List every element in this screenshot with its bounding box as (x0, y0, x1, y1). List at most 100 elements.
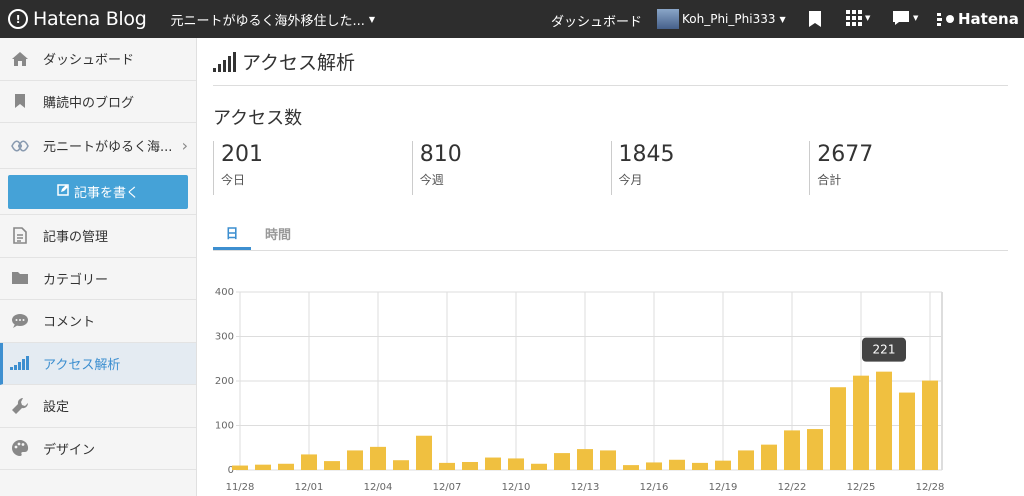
bar (853, 375, 869, 470)
logo-circle-icon: ! (8, 9, 28, 29)
bar (623, 465, 639, 470)
stat-label: 今週 (419, 173, 444, 187)
avatar (657, 9, 679, 29)
section-title: アクセス数 (213, 108, 303, 129)
bar (462, 461, 478, 470)
comment-icon (10, 311, 30, 331)
logo-text: Hatena Blog (33, 8, 147, 30)
bar (324, 461, 340, 470)
bar (301, 454, 317, 470)
x-tick-label: 12/07 (433, 482, 462, 493)
y-tick-label: 300 (215, 332, 234, 343)
sidebar-item-label: 設定 (43, 400, 70, 416)
tab-day[interactable]: 日 (213, 217, 251, 250)
tab-hour[interactable]: 時間 (259, 217, 297, 250)
sidebar-item-access-analysis[interactable]: アクセス解析 (0, 342, 196, 385)
sidebar-item-manage-articles[interactable]: 記事の管理 (0, 215, 196, 258)
x-tick-label: 12/19 (709, 482, 738, 493)
bar (370, 446, 386, 470)
bar (508, 458, 524, 470)
stat-value: 2677 (817, 142, 874, 167)
hatena-blog-logo[interactable]: ! Hatena Blog (8, 8, 147, 30)
user-menu[interactable]: Koh_Phi_Phi333 ▼ (657, 9, 786, 29)
bar (669, 459, 685, 470)
write-article-label: 記事を書く (73, 186, 139, 201)
bookmark-icon[interactable] (808, 10, 822, 28)
write-area: 記事を書く (0, 169, 196, 215)
home-icon (10, 49, 30, 69)
hatena-brand[interactable]: Hatena (937, 10, 1019, 28)
notification-icon[interactable]: ▼ (892, 10, 918, 26)
stat-value: 1845 (618, 142, 675, 167)
stat-month: 1845 今月 (610, 141, 810, 195)
blog-avatar-icon (10, 136, 30, 156)
bar (393, 460, 409, 470)
sidebar-item-label: デザイン (43, 442, 96, 458)
page-title-text: アクセス解析 (242, 52, 356, 74)
top-bar: ! Hatena Blog 元ニートがゆるく海外移住した... ▼ ダッシュボー… (0, 0, 1024, 38)
blog-selector[interactable]: 元ニートがゆるく海外移住した... ▼ (171, 10, 376, 29)
chevron-right-icon: › (181, 136, 188, 155)
bar (232, 465, 248, 470)
x-tick-label: 12/16 (640, 482, 669, 493)
x-tick-label: 12/10 (502, 482, 531, 493)
bar (577, 449, 593, 470)
wrench-icon (10, 396, 30, 416)
hatena-mark-icon (937, 13, 954, 26)
stat-week: 810 今週 (411, 141, 611, 195)
y-tick-label: 100 (215, 421, 234, 432)
x-tick-label: 12/01 (295, 482, 324, 493)
x-tick-label: 12/22 (778, 482, 807, 493)
bar (830, 387, 846, 470)
stat-label: 合計 (817, 173, 842, 187)
bar (692, 462, 708, 470)
x-tick-label: 12/04 (364, 482, 393, 493)
stat-value: 810 (419, 142, 462, 167)
bar (922, 380, 938, 470)
chart-tabs: 日 時間 (213, 217, 1008, 251)
write-article-button[interactable]: 記事を書く (8, 174, 188, 209)
stat-label: 今日 (221, 173, 246, 187)
bar (278, 463, 294, 470)
sidebar-item-label: 記事の管理 (43, 230, 109, 246)
x-tick-label: 12/28 (916, 482, 945, 493)
bar-chart-icon (213, 51, 236, 72)
brand-text: Hatena (958, 10, 1019, 28)
apps-grid-icon[interactable]: ▼ (846, 10, 870, 26)
tooltip-value: 221 (873, 343, 896, 357)
caret-down-icon: ▼ (779, 14, 786, 24)
sidebar-item-categories[interactable]: カテゴリー (0, 258, 196, 300)
sidebar-item-blog[interactable]: 元ニートがゆるく海... › (0, 123, 196, 169)
sidebar-item-dashboard[interactable]: ダッシュボード (0, 38, 196, 81)
tooltip-box (862, 337, 906, 362)
x-tick-label: 12/13 (571, 482, 600, 493)
sidebar-item-label: コメント (43, 315, 96, 331)
sidebar-item-design[interactable]: デザイン (0, 428, 196, 470)
sidebar-item-label: ダッシュボード (43, 53, 135, 69)
username: Koh_Phi_Phi333 (682, 12, 776, 26)
bar (738, 450, 754, 470)
bar (899, 392, 915, 470)
stats-row: 201 今日 810 今週 1845 今月 2677 合計 (213, 141, 1008, 195)
bar (761, 444, 777, 470)
sidebar-item-subscriptions[interactable]: 購読中のブログ (0, 81, 196, 123)
sidebar-item-label: カテゴリー (43, 272, 109, 288)
palette-icon (10, 438, 30, 458)
dashboard-link[interactable]: ダッシュボード (551, 11, 642, 30)
bar (485, 457, 501, 470)
bar (876, 371, 892, 470)
x-tick-label: 11/28 (226, 482, 255, 493)
bar (784, 430, 800, 470)
blog-selector-label: 元ニートがゆるく海外移住した... (170, 13, 365, 29)
sidebar-item-settings[interactable]: 設定 (0, 385, 196, 428)
folder-icon (10, 268, 30, 288)
bar (416, 435, 432, 470)
sidebar-item-label: アクセス解析 (43, 357, 121, 373)
sidebar-item-comments[interactable]: コメント (0, 300, 196, 343)
y-tick-label: 200 (215, 376, 234, 387)
bar (531, 463, 547, 470)
stat-label: 今月 (618, 173, 643, 187)
stat-value: 201 (221, 142, 263, 167)
document-icon (10, 226, 30, 246)
stat-total: 2677 合計 (809, 141, 1008, 195)
